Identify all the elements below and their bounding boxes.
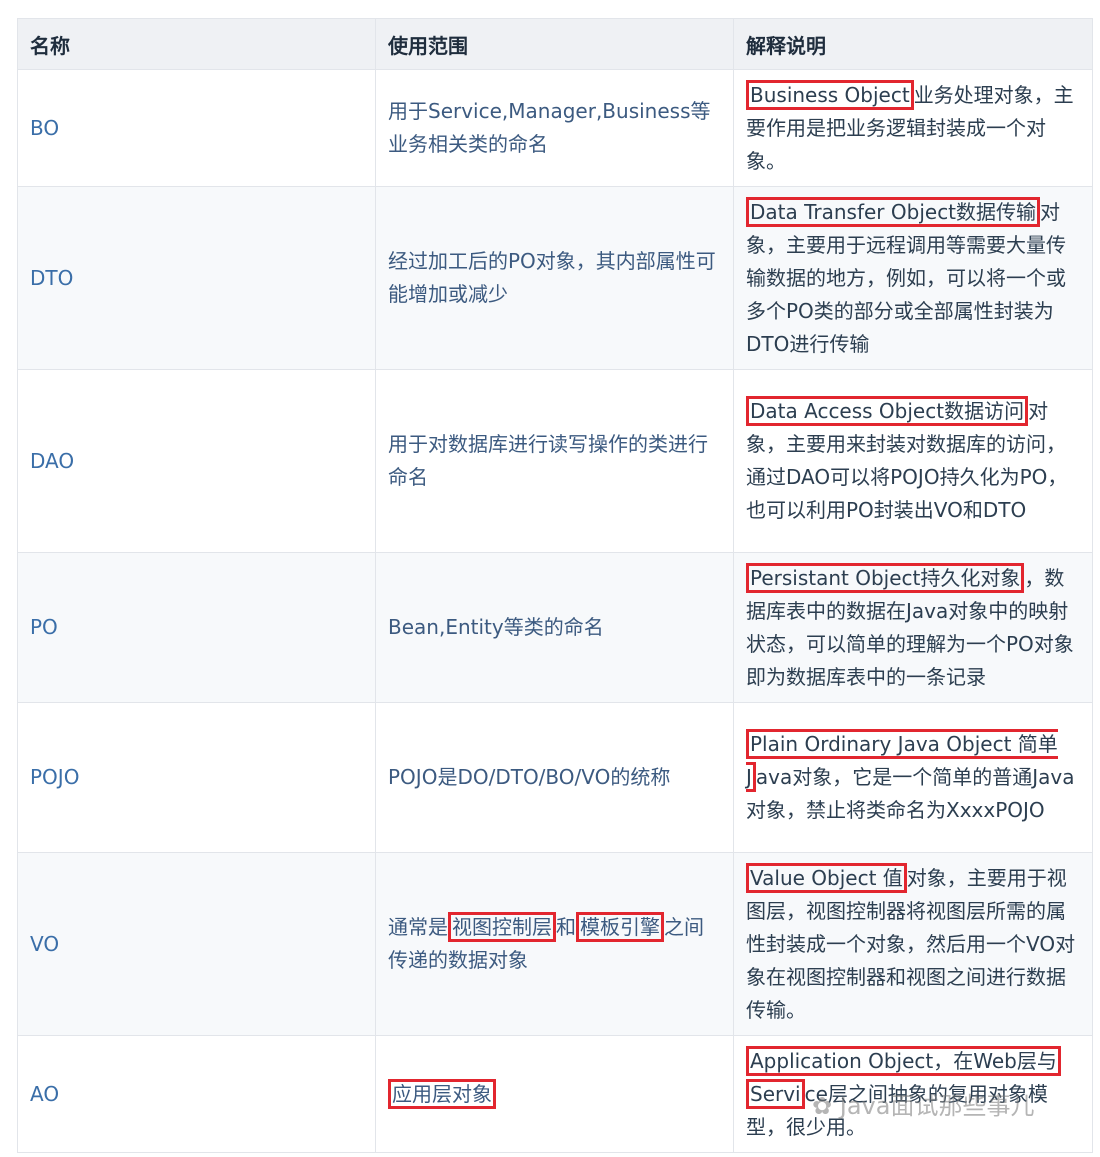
header-row: 名称 使用范围 解释说明 bbox=[17, 18, 1093, 70]
cell-description: Persistant Object持久化对象 ，数据库表中的数据在Java对象中的… bbox=[733, 552, 1093, 703]
cell-usage: 应用层对象 bbox=[375, 1035, 734, 1153]
highlight-box: Value Object 值 bbox=[746, 862, 907, 893]
cell-description: Data Access Object数据访问 对象，主要用来封装对数据库的访问，通… bbox=[733, 369, 1093, 553]
highlight-box: Servi bbox=[746, 1078, 805, 1109]
table-row-dao: DAO 用于对数据库进行读写操作的类进行命名 Data Access Objec… bbox=[17, 369, 1093, 553]
cell-name: PO bbox=[17, 552, 376, 703]
highlight-box: Data Access Object数据访问 bbox=[746, 396, 1029, 426]
table-row-dto: DTO 经过加工后的PO对象，其内部属性可能增加或减少 Data Transfe… bbox=[17, 186, 1093, 370]
cell-usage: 用于Service,Manager,Business等业务相关类的命名 bbox=[375, 69, 734, 187]
wechat-icon: ✿ bbox=[812, 1092, 840, 1120]
cell-description: Value Object 值对象，主要用于视图层，视图控制器将视图层所需的属性封… bbox=[733, 852, 1093, 1036]
cell-description: Data Transfer Object数据传输 对象，主要用于远程调用等需要大量… bbox=[733, 186, 1093, 370]
cell-usage: POJO是DO/DTO/BO/VO的统称 bbox=[375, 702, 734, 853]
cell-name: AO bbox=[17, 1035, 376, 1153]
cell-name: DTO bbox=[17, 186, 376, 370]
highlight-box: 模板引擎 bbox=[576, 912, 664, 942]
watermark-text: Java面试那些事儿 bbox=[839, 1092, 1035, 1120]
table-row-pojo: POJO POJO是DO/DTO/BO/VO的统称 Plain Ordinary… bbox=[17, 702, 1093, 853]
highlight-box: Data Transfer Object数据传输 bbox=[746, 196, 1041, 227]
header-name: 名称 bbox=[17, 18, 376, 70]
cell-description: Business Object 业务处理对象，主要作用是把业务逻辑封装成一个对象。 bbox=[733, 69, 1093, 187]
watermark: ✿ Java面试那些事儿 bbox=[812, 1086, 1034, 1121]
highlight-box: Persistant Object持久化对象 bbox=[746, 562, 1025, 593]
table-row-po: PO Bean,Entity等类的命名 Persistant Object持久化… bbox=[17, 552, 1093, 703]
cell-name: POJO bbox=[17, 702, 376, 853]
highlight-box: Application Object，在Web层与 bbox=[746, 1045, 1061, 1076]
table-row-vo: VO 通常是 视图控制层和模板引擎 之间传递的数据对象 Value Object 值… bbox=[17, 852, 1093, 1036]
header-usage: 使用范围 bbox=[375, 18, 734, 70]
highlight-box: 视图控制层 bbox=[448, 912, 556, 942]
cell-name: DAO bbox=[17, 369, 376, 553]
description-text: ava对象，它是一个简单的普通Java对象，禁止将类命名为XxxxPOJO bbox=[746, 765, 1075, 822]
table-row-bo: BO 用于Service,Manager,Business等业务相关类的命名 B… bbox=[17, 69, 1093, 187]
cell-usage: 通常是 视图控制层和模板引擎 之间传递的数据对象 bbox=[375, 852, 734, 1036]
cell-usage: Bean,Entity等类的命名 bbox=[375, 552, 734, 703]
usage-text: 通常是 bbox=[388, 915, 448, 939]
usage-text: 和 bbox=[556, 915, 576, 939]
cell-usage: 经过加工后的PO对象，其内部属性可能增加或减少 bbox=[375, 186, 734, 370]
header-description: 解释说明 bbox=[733, 18, 1093, 70]
highlight-box: Business Object bbox=[746, 79, 914, 110]
cell-name: BO bbox=[17, 69, 376, 187]
naming-table: 名称 使用范围 解释说明 BO 用于Service,Manager,Busine… bbox=[17, 18, 1093, 1153]
cell-description: Plain Ordinary Java Object 简单J ava对象，它是一个… bbox=[733, 702, 1093, 853]
cell-usage: 用于对数据库进行读写操作的类进行命名 bbox=[375, 369, 734, 553]
highlight-box: 应用层对象 bbox=[388, 1078, 496, 1109]
cell-name: VO bbox=[17, 852, 376, 1036]
